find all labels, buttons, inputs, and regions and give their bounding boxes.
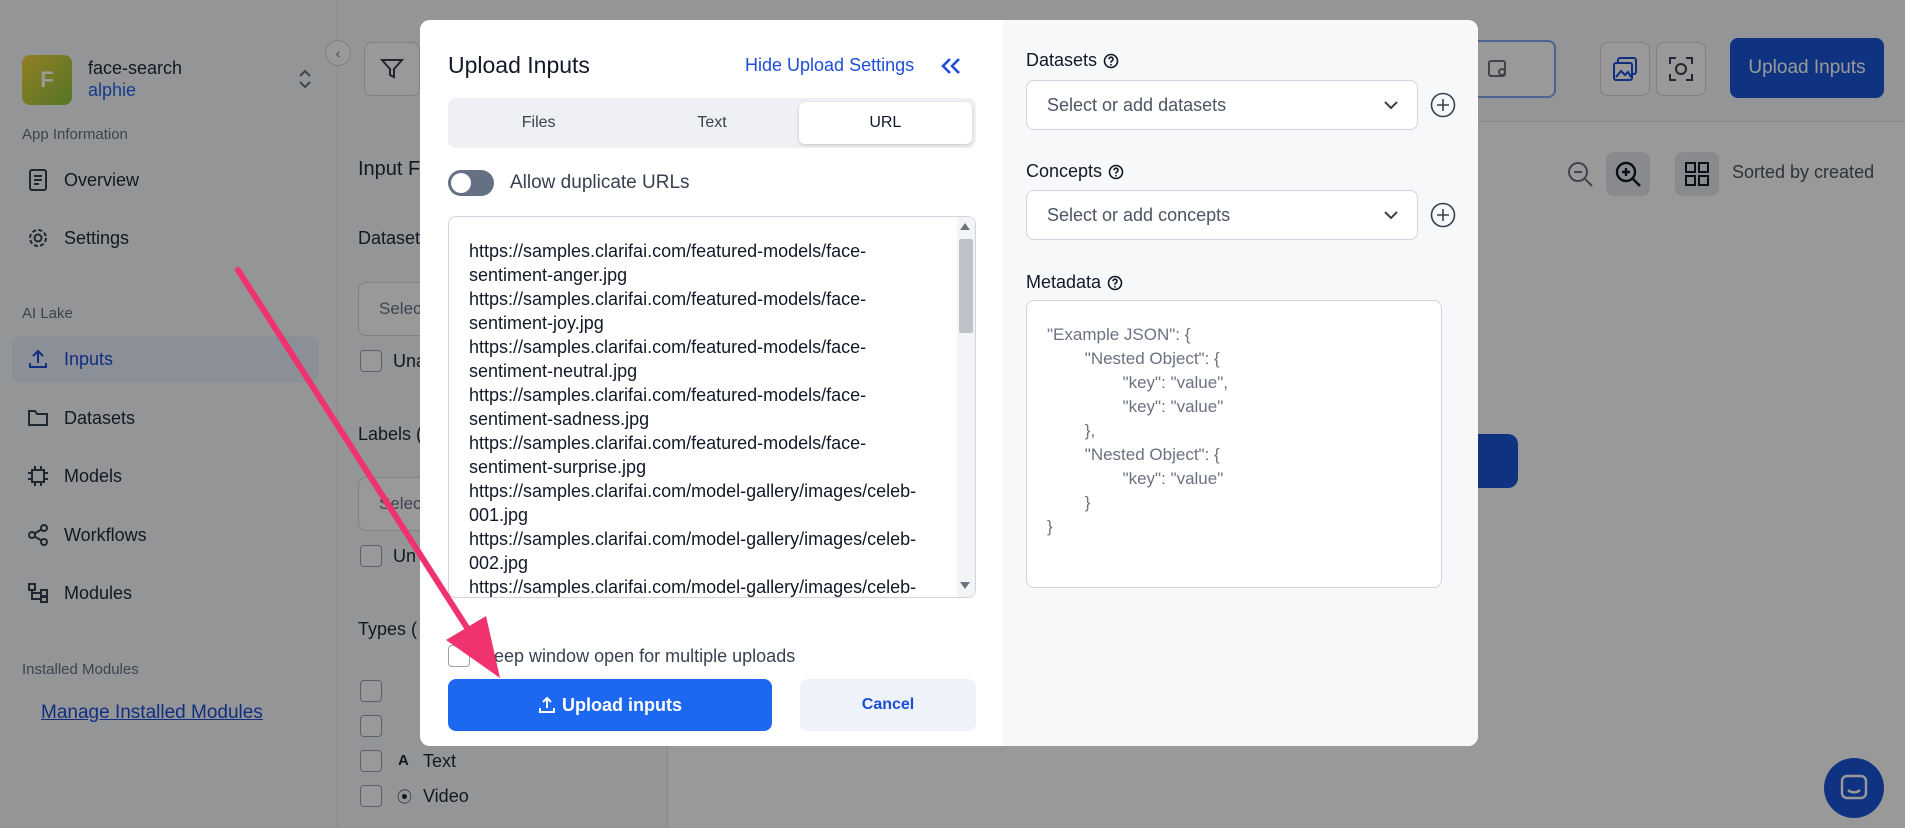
datasets-label-row: Datasets (1026, 50, 1119, 71)
concepts-placeholder: Select or add concepts (1047, 204, 1231, 225)
metadata-placeholder: "Example JSON": { "Nested Object": { "ke… (1047, 325, 1228, 536)
upload-settings-panel: Datasets Select or add datasets Concepts… (1003, 20, 1478, 746)
scroll-up-icon[interactable] (960, 223, 970, 230)
keep-window-open-row: Keep window open for multiple uploads (448, 642, 795, 670)
add-dataset-icon[interactable] (1430, 92, 1456, 118)
allow-duplicates-row: Allow duplicate URLs (448, 168, 690, 198)
allow-duplicates-label: Allow duplicate URLs (510, 172, 690, 193)
upload-inputs-button[interactable]: Upload inputs (448, 679, 772, 731)
upload-source-tabs: Files Text URL (448, 98, 976, 148)
keep-window-open-checkbox[interactable] (448, 645, 470, 667)
cancel-button[interactable]: Cancel (800, 679, 976, 731)
datasets-label: Datasets (1026, 50, 1098, 70)
url-scrollbar[interactable] (957, 217, 975, 597)
upload-inputs-modal: Upload Inputs Hide Upload Settings Files… (420, 20, 1478, 746)
tab-files[interactable]: Files (452, 102, 625, 144)
scroll-down-icon[interactable] (960, 582, 970, 589)
upload-panel: Upload Inputs Hide Upload Settings Files… (420, 20, 1003, 746)
keep-window-open-label: Keep window open for multiple uploads (482, 645, 796, 666)
allow-duplicates-toggle[interactable] (448, 170, 494, 196)
url-textarea[interactable]: https://samples.clarifai.com/featured-mo… (448, 216, 976, 598)
tab-url[interactable]: URL (798, 102, 972, 144)
upload-icon (539, 696, 555, 713)
toggle-knob (451, 173, 471, 193)
metadata-label: Metadata (1026, 272, 1102, 292)
modal-title: Upload Inputs (448, 52, 590, 78)
concepts-label-row: Concepts (1026, 161, 1124, 182)
help-icon (1107, 275, 1123, 290)
chevron-down-icon (1384, 101, 1398, 110)
chevron-down-icon (1384, 211, 1398, 220)
metadata-textarea[interactable]: "Example JSON": { "Nested Object": { "ke… (1026, 300, 1442, 588)
metadata-label-row: Metadata (1026, 272, 1123, 293)
scroll-thumb[interactable] (959, 239, 973, 333)
datasets-select[interactable]: Select or add datasets (1026, 80, 1418, 130)
add-concept-icon[interactable] (1430, 202, 1456, 228)
upload-inputs-label: Upload inputs (562, 694, 682, 715)
double-chevron-left-icon[interactable] (938, 53, 964, 79)
help-icon (1103, 53, 1119, 68)
concepts-select[interactable]: Select or add concepts (1026, 190, 1418, 240)
concepts-label: Concepts (1026, 161, 1103, 181)
url-list-text[interactable]: https://samples.clarifai.com/featured-mo… (469, 239, 944, 597)
hide-upload-settings-link[interactable]: Hide Upload Settings (745, 55, 914, 76)
tab-text[interactable]: Text (625, 102, 798, 144)
help-icon (1108, 164, 1124, 179)
datasets-placeholder: Select or add datasets (1047, 94, 1227, 115)
